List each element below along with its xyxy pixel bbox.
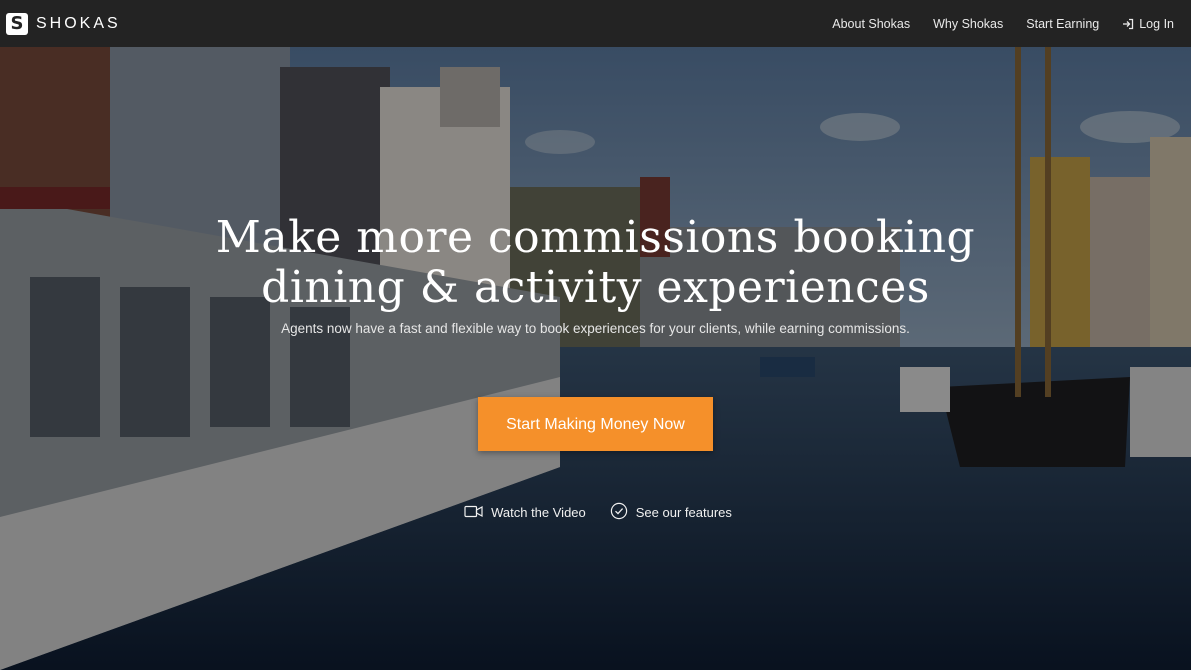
nav-link-about[interactable]: About Shokas [832,17,910,31]
nav-link-start-earning[interactable]: Start Earning [1026,17,1099,31]
brand-name: SHOKAS [36,14,121,32]
check-circle-icon [610,502,628,523]
brand-logo-link[interactable]: S SHOKAS [6,12,121,35]
hero-secondary-links: Watch the Video See our features [0,502,1191,523]
hero-subheadline: Agents now have a fast and flexible way … [281,321,910,336]
nav-link-start-earning-label: Start Earning [1026,16,1100,31]
brand-mark-icon: S [6,12,28,35]
see-features-label: See our features [635,505,732,520]
start-making-money-button[interactable]: Start Making Money Now [478,397,713,451]
hero-section: Make more commissions booking dining & a… [0,47,1191,670]
hero-headline: Make more commissions booking dining & a… [0,213,1191,313]
video-camera-icon [464,505,483,521]
nav-links: About Shokas Why Shokas Start Earning Lo… [832,17,1174,31]
nav-link-why[interactable]: Why Shokas [933,17,1003,31]
watch-video-link[interactable]: Watch the Video [464,502,586,523]
nav-link-why-label: Why Shokas [933,16,1004,31]
nav-link-login[interactable]: Log In [1122,17,1174,31]
top-navbar: S SHOKAS About Shokas Why Shokas Start E… [0,0,1191,47]
hero-content: Make more commissions booking dining & a… [0,47,1191,670]
landing-page: S SHOKAS About Shokas Why Shokas Start E… [0,0,1191,670]
watch-video-label: Watch the Video [491,505,586,520]
nav-link-about-label: About Shokas [832,16,911,31]
hero-headline-line2: dining & activity experiences [261,262,930,313]
sign-in-icon [1122,18,1134,30]
hero-headline-line1: Make more commissions booking [215,212,976,263]
see-features-link[interactable]: See our features [610,502,732,523]
nav-link-login-label: Log In [1139,16,1174,31]
